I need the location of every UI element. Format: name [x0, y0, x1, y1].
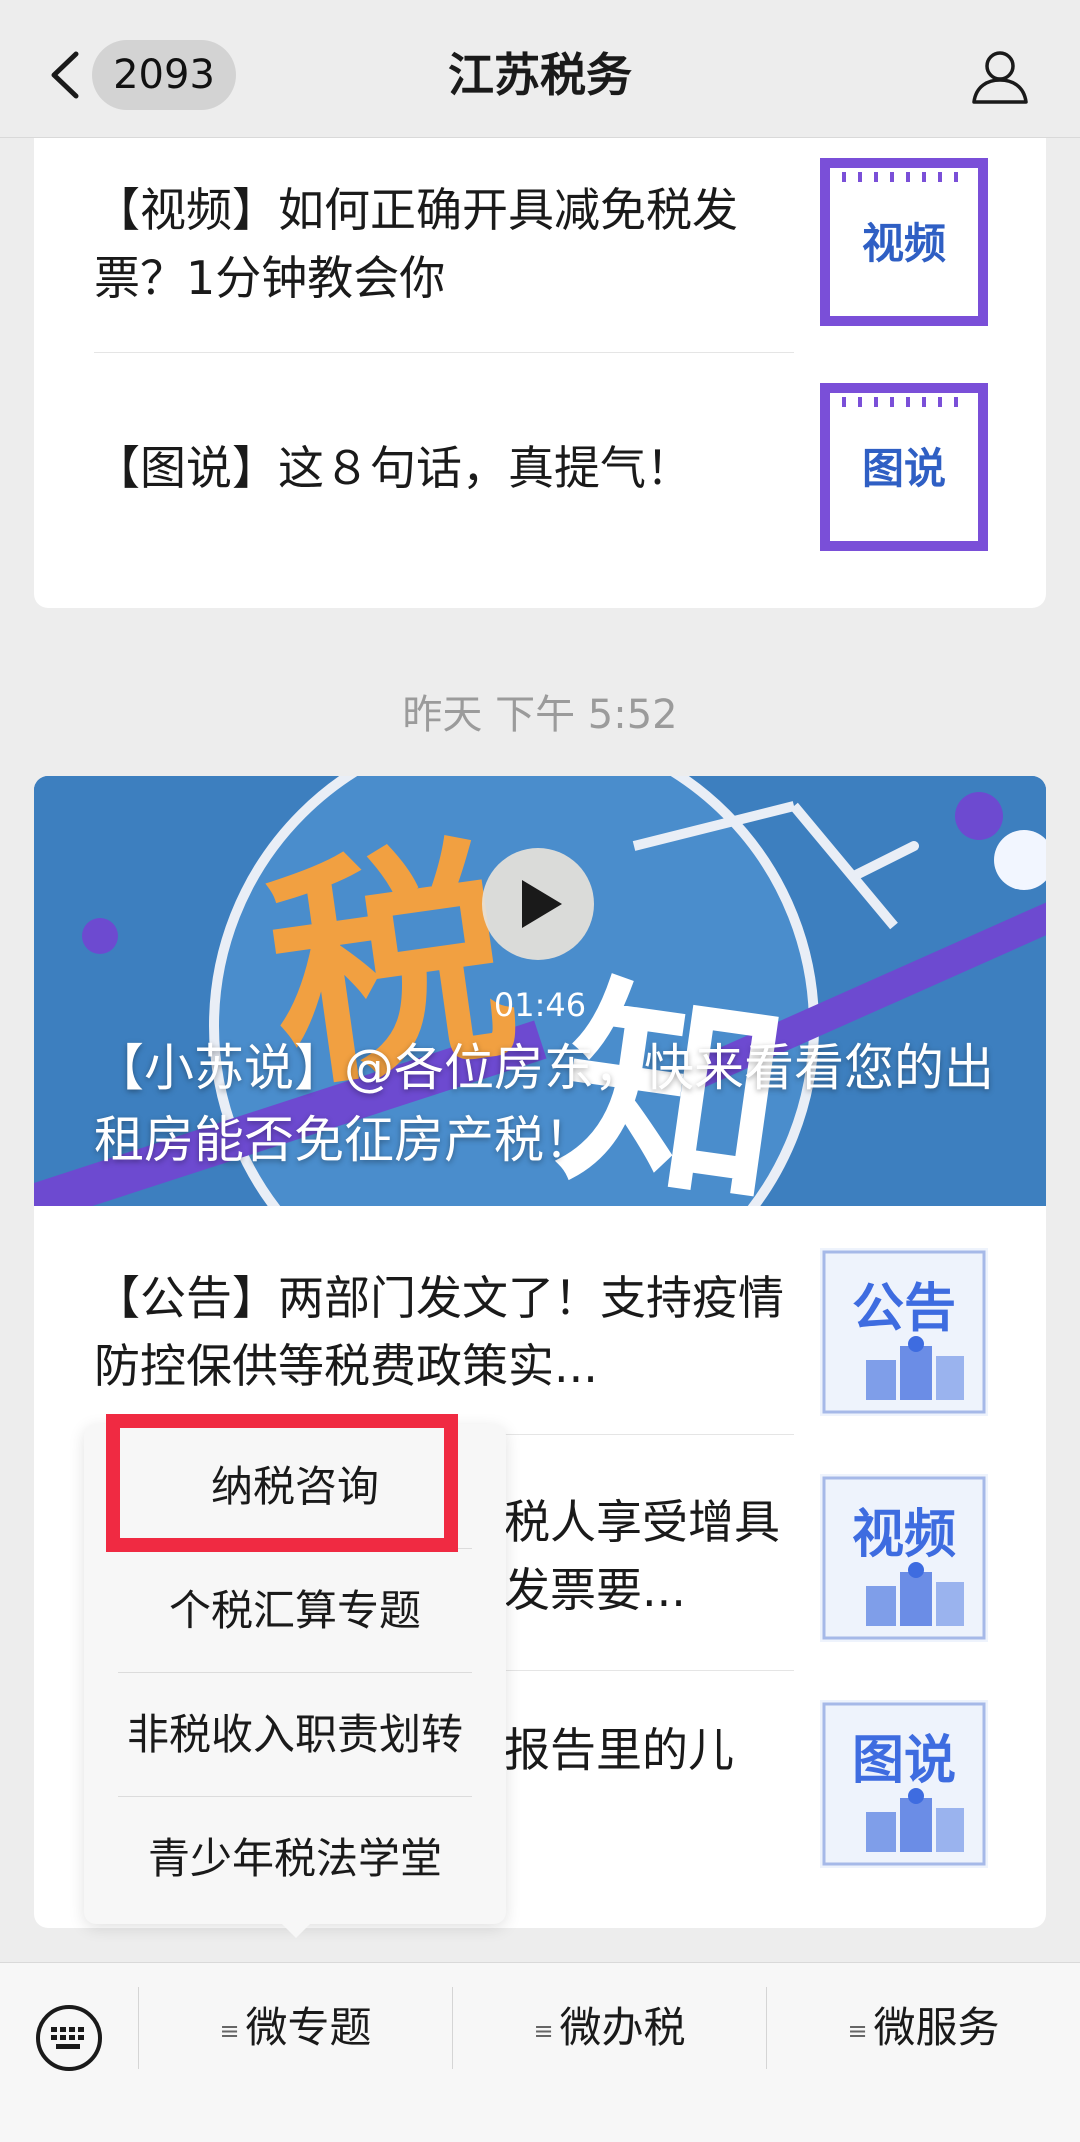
announcement-thumb-icon[interactable]: 公告	[820, 1248, 988, 1416]
article-title[interactable]: 【公告】两部门发文了！支持疫情防控保供等税费政策实...	[94, 1264, 794, 1400]
video-thumb-icon[interactable]: 视频	[820, 1474, 988, 1642]
menu-lines-icon: ≡	[219, 2016, 240, 2045]
nav-header: 2093 江苏税务	[0, 0, 1080, 138]
article-title[interactable]: 税人享受增具发票要...	[504, 1488, 804, 1624]
play-icon	[522, 880, 562, 928]
keyboard-icon[interactable]	[34, 2003, 104, 2073]
thumb-label: 公告	[852, 1279, 956, 1339]
thumb-label: 视频	[852, 1505, 956, 1565]
menu-tab-label: 微服务	[873, 2003, 1000, 2052]
article-title[interactable]: 【图说】这８句话，真提气！	[94, 434, 794, 502]
video-duration: 01:46	[493, 986, 587, 1024]
menu-tab-tax-handling[interactable]: ≡ 微办税	[453, 1963, 766, 2093]
menu-tab-topics[interactable]: ≡ 微专题	[139, 1963, 452, 2093]
profile-icon[interactable]	[970, 46, 1030, 106]
menu-tab-label: 微专题	[245, 2003, 372, 2052]
play-button[interactable]	[482, 848, 594, 960]
video-hero[interactable]: 税 知 01:46 【小苏说】@各位房东，快来看看您的出租房能否免征房产税！	[34, 776, 1046, 1206]
popup-pointer	[278, 1920, 314, 1938]
thumb-label: 视频	[862, 219, 946, 268]
article-title[interactable]: 报告里的儿	[504, 1716, 804, 1784]
infographic-thumb-icon[interactable]: 图说	[820, 383, 988, 551]
bottom-menu-bar: ≡ 微专题 ≡ 微办税 ≡ 微服务	[0, 1962, 1080, 2142]
divider	[118, 1796, 472, 1797]
submenu-item-youth-tax-school[interactable]: 青少年税法学堂	[84, 1798, 506, 1920]
submenu-item-iit-settlement[interactable]: 个税汇算专题	[84, 1550, 506, 1672]
video-thumb-icon[interactable]: 视频	[820, 158, 988, 326]
thumb-label: 图说	[852, 1731, 956, 1791]
thumb-label: 图说	[862, 444, 946, 493]
menu-lines-icon: ≡	[533, 2016, 554, 2045]
hero-title[interactable]: 【小苏说】@各位房东，快来看看您的出租房能否免征房产税！	[94, 1032, 994, 1176]
article-title[interactable]: 【视频】如何正确开具减免税发票？1分钟教会你	[94, 176, 794, 312]
menu-lines-icon: ≡	[847, 2016, 868, 2045]
menu-tab-services[interactable]: ≡ 微服务	[767, 1963, 1080, 2093]
message-timestamp: 昨天 下午 5:52	[402, 692, 678, 738]
infographic-thumb-icon[interactable]: 图说	[820, 1700, 988, 1868]
divider	[118, 1672, 472, 1673]
page-title: 江苏税务	[448, 48, 632, 102]
menu-tab-label: 微办税	[559, 2003, 686, 2052]
article-group-card: 【视频】如何正确开具减免税发票？1分钟教会你 视频 【图说】这８句话，真提气！ …	[34, 138, 1046, 608]
highlight-box	[106, 1414, 458, 1552]
divider	[94, 352, 794, 353]
submenu-item-non-tax-transfer[interactable]: 非税收入职责划转	[84, 1674, 506, 1796]
